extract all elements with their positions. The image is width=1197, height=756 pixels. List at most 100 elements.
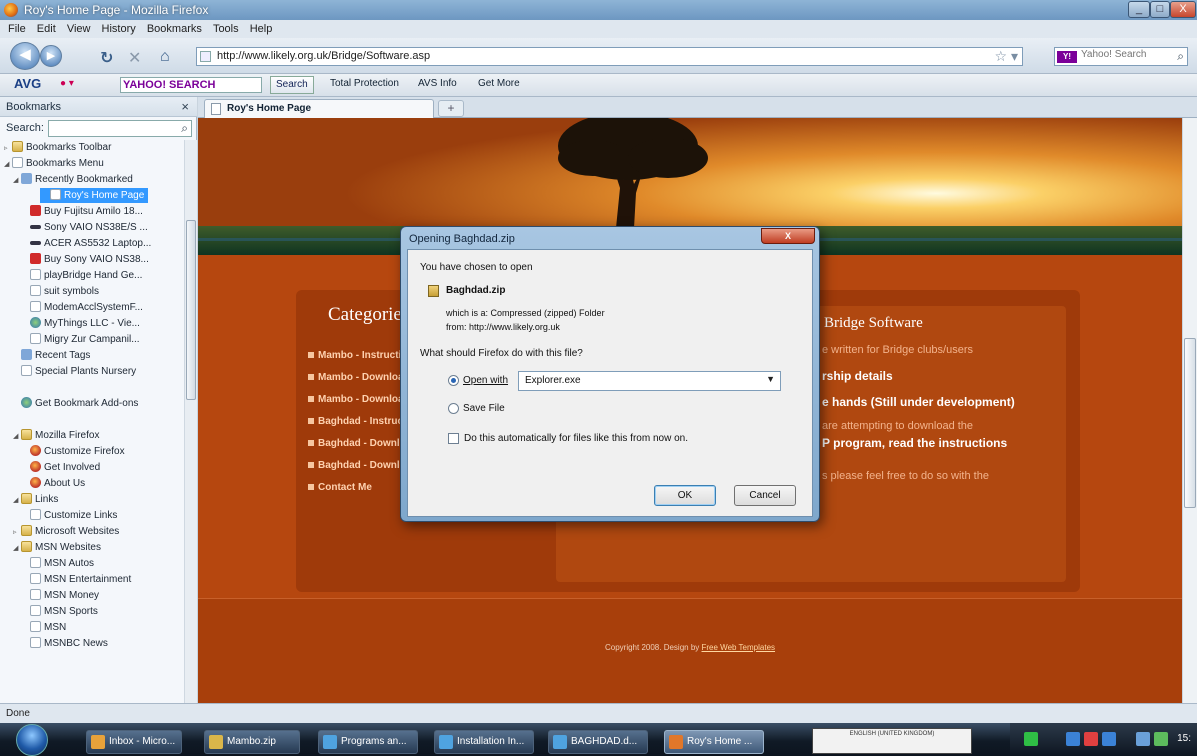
- menu-file[interactable]: File: [8, 23, 26, 35]
- bookmark-item[interactable]: Get Involved: [0, 460, 184, 475]
- taskbar-item[interactable]: Installation In...: [434, 730, 534, 754]
- bookmark-item[interactable]: Customize Firefox: [0, 444, 184, 459]
- page-scrollbar[interactable]: [1182, 118, 1197, 703]
- taskbar-item[interactable]: Mambo.zip: [204, 730, 300, 754]
- auto-action-label[interactable]: Do this automatically for files like thi…: [464, 433, 688, 444]
- bookmark-item[interactable]: MyThings LLC - Vie...: [0, 316, 184, 331]
- bookmark-star-icon[interactable]: ☆ ▾: [995, 48, 1018, 65]
- avg-options-icon[interactable]: ● ▾: [60, 78, 74, 89]
- forward-button[interactable]: ▶: [40, 45, 62, 67]
- language-bar[interactable]: ENGLISH (UNITED KINGDOM): [812, 728, 972, 754]
- ok-button[interactable]: OK: [654, 485, 716, 506]
- close-sidebar-icon[interactable]: ×: [181, 99, 189, 114]
- search-icon[interactable]: ⌕: [1177, 49, 1184, 64]
- volume-icon[interactable]: [1154, 732, 1168, 746]
- expander-icon[interactable]: ▹: [13, 525, 21, 540]
- home-icon[interactable]: ⌂: [160, 48, 170, 66]
- bookmark-item[interactable]: ◢ Recently Bookmarked: [0, 172, 184, 187]
- tray-app-icon[interactable]: [1136, 732, 1150, 746]
- menu-edit[interactable]: Edit: [37, 23, 56, 35]
- bookmark-item[interactable]: MSN Money: [0, 588, 184, 603]
- bookmark-item[interactable]: MSN Entertainment: [0, 572, 184, 587]
- menu-help[interactable]: Help: [250, 23, 273, 35]
- bookmark-item[interactable]: ◢ Bookmarks Menu: [0, 156, 184, 171]
- avg-search-input[interactable]: YAHOO! SEARCH: [120, 77, 262, 93]
- bookmark-item[interactable]: About Us: [0, 476, 184, 491]
- bookmark-item[interactable]: ◢ Links: [0, 492, 184, 507]
- save-file-radio[interactable]: [448, 403, 459, 414]
- bookmark-item[interactable]: ▹ Microsoft Websites: [0, 524, 184, 539]
- stop-icon[interactable]: ✕: [128, 48, 141, 68]
- bookmark-item[interactable]: suit symbols: [0, 284, 184, 299]
- back-button[interactable]: ◀: [10, 42, 40, 70]
- bookmark-item[interactable]: Get Bookmark Add-ons: [0, 396, 184, 411]
- avg-search-button[interactable]: Search: [270, 76, 314, 94]
- scrollbar-thumb[interactable]: [1184, 338, 1196, 508]
- address-bar[interactable]: http://www.likely.org.uk/Bridge/Software…: [196, 47, 1023, 66]
- bookmark-item[interactable]: Roy's Home Page: [40, 188, 149, 203]
- expander-icon[interactable]: ◢: [4, 157, 12, 172]
- menu-view[interactable]: View: [67, 23, 91, 35]
- expander-icon[interactable]: ◢: [13, 493, 21, 508]
- avg-logo[interactable]: AVG: [14, 76, 41, 91]
- yahoo-engine-icon[interactable]: Y!: [1057, 51, 1077, 63]
- minimize-button[interactable]: _: [1128, 1, 1150, 18]
- bookmark-item[interactable]: ▹ Bookmarks Toolbar: [0, 140, 184, 155]
- bookmark-item[interactable]: Buy Sony VAIO NS38...: [0, 252, 184, 267]
- maximize-button[interactable]: □: [1150, 1, 1170, 18]
- sidebar-search-input[interactable]: ⌕: [48, 120, 192, 137]
- avs-info-button[interactable]: AVS Info: [418, 78, 457, 89]
- membership-link[interactable]: rship details: [822, 369, 893, 383]
- save-file-label[interactable]: Save File: [463, 403, 505, 414]
- clock[interactable]: 15:: [1177, 733, 1191, 744]
- scrollbar-thumb[interactable]: [186, 220, 196, 400]
- cancel-button[interactable]: Cancel: [734, 485, 796, 506]
- taskbar-item[interactable]: Programs an...: [318, 730, 418, 754]
- search-input[interactable]: [1081, 49, 1171, 60]
- total-protection-button[interactable]: Total Protection: [330, 78, 399, 89]
- tray-app-icon[interactable]: [1102, 732, 1116, 746]
- taskbar-item[interactable]: Inbox - Micro...: [86, 730, 182, 754]
- network-icon[interactable]: [1024, 732, 1038, 746]
- bookmark-item[interactable]: Recent Tags: [0, 348, 184, 363]
- taskbar-item[interactable]: BAGHDAD.d...: [548, 730, 648, 754]
- free-web-templates-link[interactable]: Free Web Templates: [702, 643, 776, 652]
- reload-icon[interactable]: ↻: [100, 48, 113, 68]
- bookmark-item[interactable]: Buy Fujitsu Amilo 18...: [0, 204, 184, 219]
- bookmark-item[interactable]: ◢ Mozilla Firefox: [0, 428, 184, 443]
- menu-bookmarks[interactable]: Bookmarks: [147, 23, 202, 35]
- expander-icon[interactable]: ◢: [13, 541, 21, 556]
- new-tab-button[interactable]: +: [438, 100, 464, 117]
- bookmark-item[interactable]: Migry Zur Campanil...: [0, 332, 184, 347]
- menu-tools[interactable]: Tools: [213, 23, 239, 35]
- contact-me-link[interactable]: Contact Me: [308, 482, 372, 493]
- bookmark-item[interactable]: Customize Links: [0, 508, 184, 523]
- bookmark-item[interactable]: ModemAcclSystemF...: [0, 300, 184, 315]
- bookmark-item[interactable]: Special Plants Nursery: [0, 364, 184, 379]
- tray-app-icon[interactable]: [1084, 732, 1098, 746]
- bookmark-item[interactable]: MSN Autos: [0, 556, 184, 571]
- sidebar-scrollbar[interactable]: [184, 140, 197, 703]
- tab-roys-home-page[interactable]: Roy's Home Page: [204, 99, 434, 118]
- expander-icon[interactable]: ◢: [13, 429, 21, 444]
- bookmark-item[interactable]: playBridge Hand Ge...: [0, 268, 184, 283]
- bookmark-item[interactable]: MSN: [0, 620, 184, 635]
- expander-icon[interactable]: ▹: [4, 141, 12, 156]
- get-more-button[interactable]: Get More: [478, 78, 520, 89]
- category-link[interactable]: Mambo - Download: [308, 372, 410, 383]
- taskbar-item-active[interactable]: Roy's Home ...: [664, 730, 764, 754]
- menu-history[interactable]: History: [102, 23, 136, 35]
- open-with-label[interactable]: Open with: [463, 375, 508, 386]
- expander-icon[interactable]: ◢: [13, 173, 21, 188]
- bookmark-item[interactable]: Sony VAIO NS38E/S ...: [0, 220, 184, 235]
- open-with-radio[interactable]: [448, 375, 459, 386]
- open-with-dropdown[interactable]: Explorer.exe ▼: [518, 371, 781, 391]
- dialog-close-button[interactable]: X: [761, 228, 815, 244]
- instructions-link[interactable]: P program, read the instructions: [822, 436, 1007, 450]
- category-link[interactable]: Mambo - Download: [308, 394, 410, 405]
- bookmark-item[interactable]: MSN Sports: [0, 604, 184, 619]
- bookmark-item[interactable]: ACER AS5532 Laptop...: [0, 236, 184, 251]
- tray-app-icon[interactable]: [1066, 732, 1080, 746]
- start-button[interactable]: [16, 724, 48, 756]
- close-window-button[interactable]: X: [1170, 1, 1196, 18]
